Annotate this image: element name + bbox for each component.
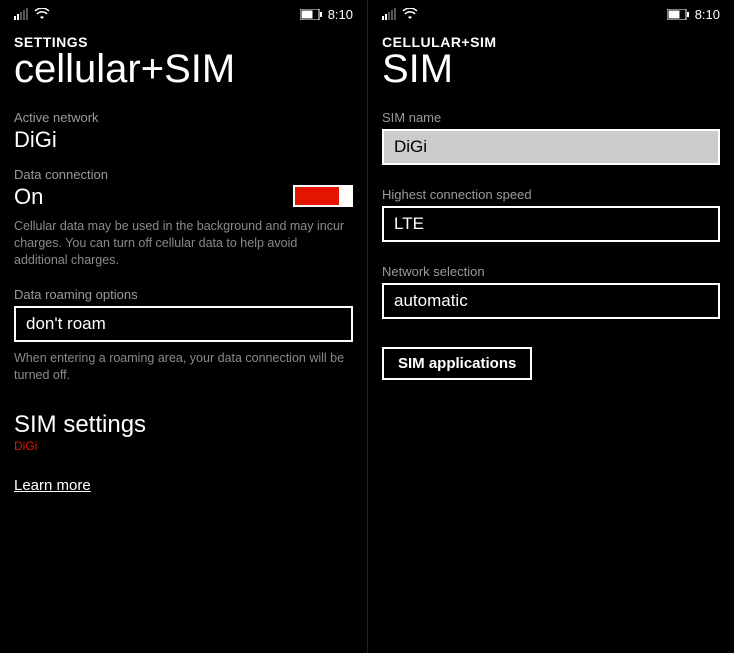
status-bar: 8:10 — [382, 0, 720, 24]
sim-settings-sub: DiGi — [14, 439, 353, 453]
data-connection-desc: Cellular data may be used in the backgro… — [14, 218, 353, 269]
signal-icon — [382, 8, 396, 20]
wifi-icon — [34, 8, 50, 20]
sim-name-label: SIM name — [382, 110, 720, 125]
status-clock: 8:10 — [695, 7, 720, 22]
wifi-icon — [402, 8, 418, 20]
roaming-select[interactable]: don't roam — [14, 306, 353, 342]
active-network-label: Active network — [14, 110, 353, 125]
learn-more-link[interactable]: Learn more — [14, 477, 91, 494]
page-title: SIM — [382, 48, 720, 90]
data-connection-value: On — [14, 184, 43, 210]
battery-icon — [300, 9, 322, 20]
status-bar: 8:10 — [14, 0, 353, 24]
speed-label: Highest connection speed — [382, 187, 720, 202]
sim-settings-link[interactable]: SIM settings — [14, 411, 353, 439]
sim-name-input[interactable]: DiGi — [382, 129, 720, 165]
roaming-select-value: don't roam — [26, 314, 106, 333]
network-selection-label: Network selection — [382, 264, 720, 279]
sim-applications-button[interactable]: SIM applications — [382, 347, 532, 380]
roaming-label: Data roaming options — [14, 287, 353, 302]
status-clock: 8:10 — [328, 7, 353, 22]
speed-value: LTE — [394, 214, 424, 233]
sim-name-value: DiGi — [394, 137, 427, 156]
signal-icon — [14, 8, 28, 20]
data-connection-label: Data connection — [14, 167, 353, 182]
page-title: cellular+SIM — [14, 48, 353, 90]
network-selection-value: automatic — [394, 291, 468, 310]
active-network-value: DiGi — [14, 127, 353, 153]
screen-sim: 8:10 CELLULAR+SIM SIM SIM name DiGi High… — [367, 0, 734, 653]
network-selection-select[interactable]: automatic — [382, 283, 720, 319]
speed-select[interactable]: LTE — [382, 206, 720, 242]
battery-icon — [667, 9, 689, 20]
data-connection-toggle[interactable] — [293, 185, 353, 207]
screen-cellular-sim: 8:10 SETTINGS cellular+SIM Active networ… — [0, 0, 367, 653]
roaming-desc: When entering a roaming area, your data … — [14, 350, 353, 384]
